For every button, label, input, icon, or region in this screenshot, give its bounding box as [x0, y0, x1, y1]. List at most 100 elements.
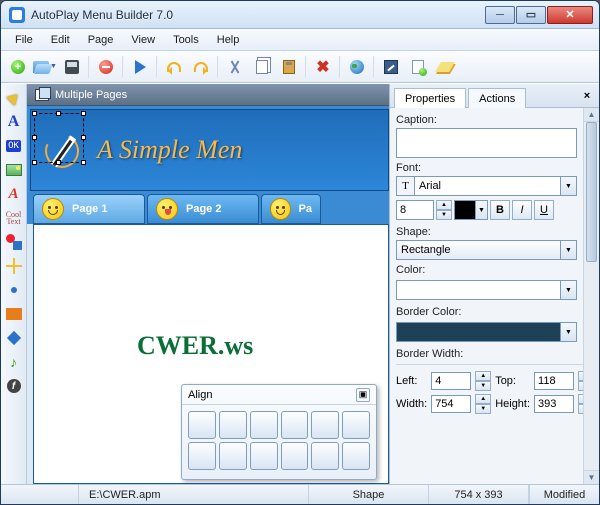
border-color-dropdown-icon[interactable]: ▼ — [561, 322, 577, 342]
distribute-h-button[interactable] — [188, 442, 216, 470]
point-tool[interactable] — [4, 280, 24, 300]
same-size-button[interactable] — [311, 442, 339, 470]
scroll-up-icon[interactable]: ▲ — [584, 108, 599, 122]
color-swatch[interactable] — [396, 280, 561, 300]
remove-button[interactable] — [93, 54, 119, 80]
shape-dropdown-icon[interactable]: ▼ — [561, 240, 577, 260]
smile-icon — [42, 198, 64, 220]
italic-button[interactable]: I — [512, 200, 532, 220]
selection-handles[interactable] — [34, 113, 84, 163]
page-tab-1[interactable]: Page 1 — [33, 194, 145, 224]
minimize-button[interactable]: ─ — [485, 6, 515, 24]
menu-file[interactable]: File — [7, 32, 41, 48]
status-file: E:\CWER.apm — [79, 485, 309, 504]
move-tool[interactable] — [4, 256, 24, 276]
status-modified: Modified — [529, 485, 599, 504]
panel-close-icon[interactable]: × — [579, 88, 595, 104]
align-left-button[interactable] — [188, 411, 216, 439]
text-tool[interactable]: A — [4, 112, 24, 132]
same-width-button[interactable] — [250, 442, 278, 470]
font-select[interactable] — [414, 176, 561, 196]
open-button[interactable]: ▼ — [32, 54, 58, 80]
font-color-picker[interactable]: ▼ — [454, 200, 488, 220]
paste-button[interactable] — [276, 54, 302, 80]
panel-tool[interactable] — [4, 304, 24, 324]
shape-tool[interactable] — [4, 232, 24, 252]
scrollbar[interactable]: ▲ ▼ — [583, 108, 599, 484]
scroll-down-icon[interactable]: ▼ — [584, 470, 599, 484]
align-panel[interactable]: Align ▣ — [181, 384, 377, 480]
height-input[interactable] — [534, 395, 574, 413]
maximize-button[interactable]: ▭ — [516, 6, 546, 24]
flash-tool[interactable]: f — [4, 376, 24, 396]
bold-button[interactable]: B — [490, 200, 510, 220]
save-button[interactable] — [59, 54, 85, 80]
close-button[interactable]: ✕ — [547, 6, 593, 24]
tab-actions[interactable]: Actions — [468, 88, 526, 108]
layers-button[interactable] — [432, 54, 458, 80]
ruler-vertical — [27, 224, 33, 484]
same-height-button[interactable] — [281, 442, 309, 470]
caption-input[interactable] — [396, 128, 577, 158]
page-tabs: Page 1 Page 2 Pa — [33, 194, 321, 224]
menu-page[interactable]: Page — [80, 32, 122, 48]
align-bottom-button[interactable] — [342, 411, 370, 439]
top-label: Top: — [495, 375, 530, 387]
top-input[interactable] — [534, 372, 574, 390]
page-tab-3[interactable]: Pa — [261, 194, 321, 224]
scroll-thumb[interactable] — [586, 122, 597, 262]
image-tool[interactable] — [4, 160, 24, 180]
pages-header[interactable]: Multiple Pages — [27, 84, 389, 106]
copy-button[interactable] — [249, 54, 275, 80]
page-tab-2[interactable]: Page 2 — [147, 194, 259, 224]
left-input[interactable] — [431, 372, 471, 390]
align-right-button[interactable] — [250, 411, 278, 439]
align-close-icon[interactable]: ▣ — [356, 388, 370, 402]
width-spinner[interactable]: ▲▼ — [475, 394, 491, 414]
height-label: Height: — [495, 398, 530, 410]
align-center-h-button[interactable] — [219, 411, 247, 439]
menu-edit[interactable]: Edit — [43, 32, 78, 48]
font-dropdown-icon[interactable]: ▼ — [561, 176, 577, 196]
delete-button[interactable]: ✖ — [310, 54, 336, 80]
color-dropdown-icon[interactable]: ▼ — [561, 280, 577, 300]
underline-button[interactable]: U — [534, 200, 554, 220]
border-color-swatch[interactable] — [396, 322, 561, 342]
separator — [217, 56, 219, 78]
styled-text-tool[interactable]: A — [4, 184, 24, 204]
tab-properties[interactable]: Properties — [394, 88, 466, 108]
geometry-group: Left: ▲▼ Top: ▲▼ Width: ▲▼ Height: ▲▼ — [396, 364, 587, 414]
shape-select[interactable] — [396, 240, 561, 260]
pages-icon — [35, 89, 49, 101]
sound-tool[interactable]: ♪ — [4, 352, 24, 372]
redo-button[interactable] — [188, 54, 214, 80]
menu-view[interactable]: View — [123, 32, 163, 48]
align-center-v-button[interactable] — [311, 411, 339, 439]
pointer-tool[interactable] — [4, 88, 24, 108]
menu-help[interactable]: Help — [209, 32, 248, 48]
app-icon — [9, 7, 25, 23]
titlebar[interactable]: AutoPlay Menu Builder 7.0 ─ ▭ ✕ — [1, 1, 599, 29]
new-button[interactable]: + — [5, 54, 31, 80]
cut-button[interactable] — [222, 54, 248, 80]
add-page-button[interactable] — [405, 54, 431, 80]
settings-button[interactable] — [378, 54, 404, 80]
properties-body: ▲ ▼ Caption: Font: T ▼ — [390, 108, 599, 484]
button-tool[interactable]: OK — [4, 136, 24, 156]
width-input[interactable] — [431, 395, 471, 413]
shape-label: Shape: — [396, 226, 577, 238]
distribute-v-button[interactable] — [219, 442, 247, 470]
page-tab-label: Page 1 — [72, 203, 107, 215]
web-button[interactable] — [344, 54, 370, 80]
menu-tools[interactable]: Tools — [165, 32, 207, 48]
design-canvas[interactable]: A Simple Men Page 1 Page 2 — [27, 106, 389, 484]
font-size-spinner[interactable]: ▲▼ — [436, 200, 452, 220]
preview-button[interactable] — [127, 54, 153, 80]
cool-text-tool[interactable]: CoolText — [4, 208, 24, 228]
align-top-button[interactable] — [281, 411, 309, 439]
center-page-button[interactable] — [342, 442, 370, 470]
undo-button[interactable] — [161, 54, 187, 80]
left-spinner[interactable]: ▲▼ — [475, 371, 491, 391]
font-size-input[interactable] — [396, 200, 434, 220]
diamond-tool[interactable] — [4, 328, 24, 348]
